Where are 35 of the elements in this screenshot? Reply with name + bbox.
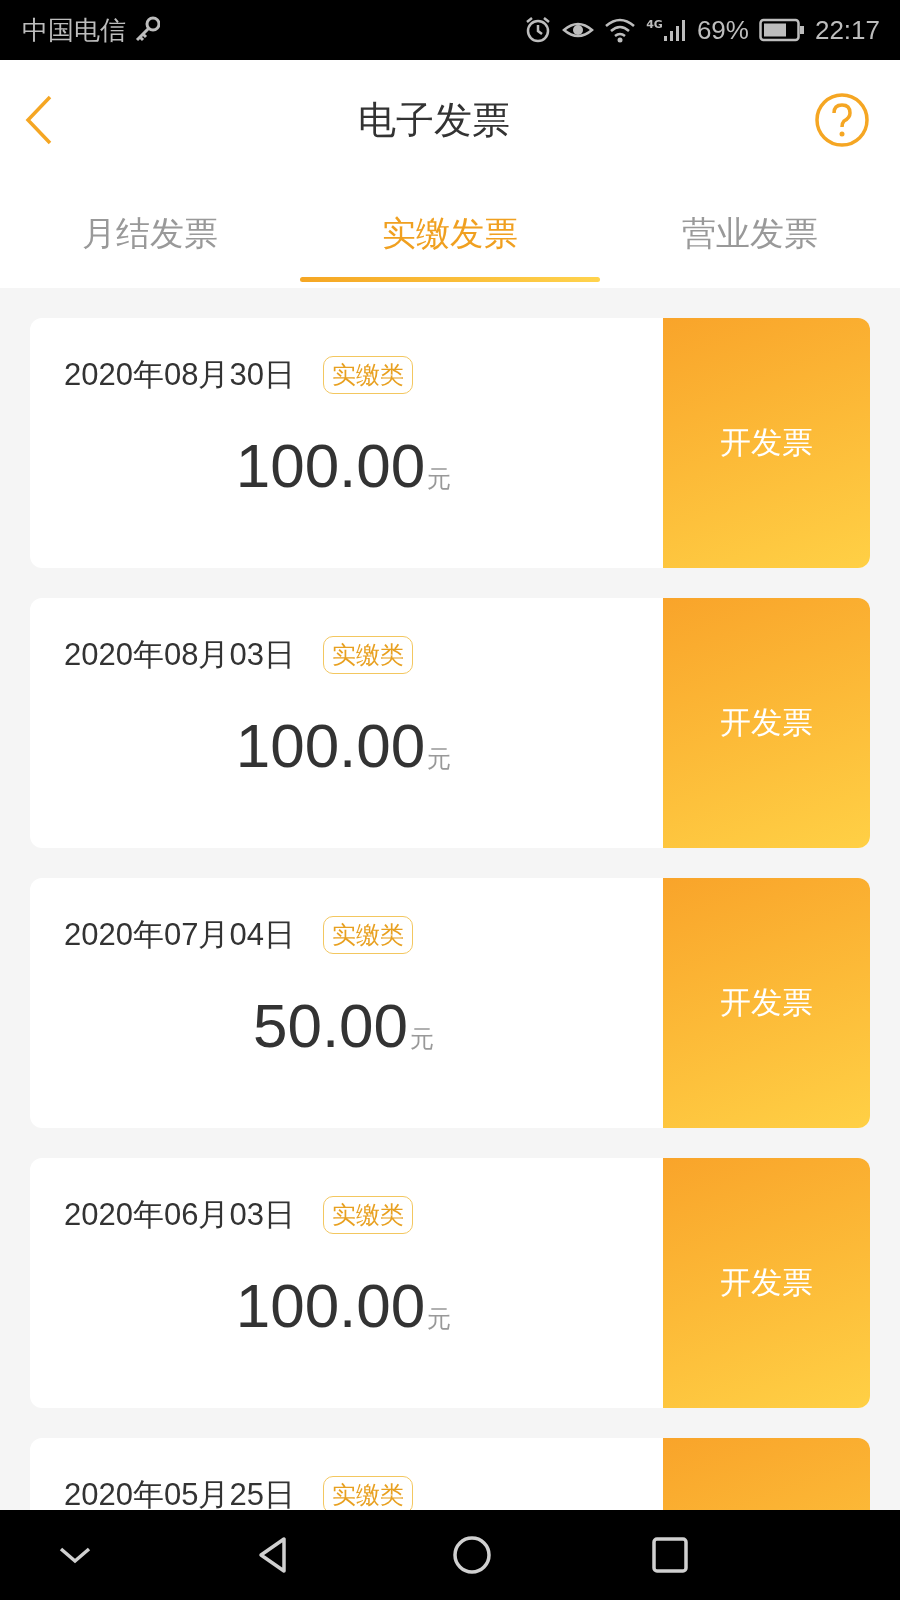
currency-unit: 元: [410, 1024, 435, 1055]
currency-unit: 元: [427, 744, 452, 775]
tab[interactable]: 营业发票: [678, 211, 822, 257]
issue-invoice-button[interactable]: 开发票: [663, 1158, 870, 1408]
invoice-amount: 50.00: [252, 990, 409, 1061]
category-tag: 实缴类: [322, 1196, 413, 1234]
category-tag: 实缴类: [322, 916, 413, 954]
recents-square-icon[interactable]: [650, 1535, 690, 1575]
category-tag: 实缴类: [322, 636, 413, 674]
page-title: 电子发票: [358, 96, 510, 144]
currency-unit: 元: [427, 1304, 452, 1335]
category-tag: 实缴类: [322, 356, 413, 394]
clock-time: 22:17: [814, 14, 880, 46]
battery-icon: [758, 18, 805, 42]
network-type: 4G: [646, 18, 663, 31]
invoice-amount: 100.00: [235, 710, 426, 781]
key-icon: [134, 16, 160, 44]
wifi-icon: [604, 17, 637, 43]
home-circle-icon[interactable]: [451, 1535, 492, 1575]
invoice-date: 2020年08月30日: [64, 356, 295, 394]
currency-unit: 元: [427, 464, 452, 495]
invoice-date: 2020年06月03日: [64, 1196, 295, 1234]
carrier-name: 中国电信: [22, 13, 126, 47]
battery-percent: 69%: [696, 14, 749, 46]
invoice-amount: 100.00: [235, 1270, 426, 1341]
invoice-date: 2020年08月03日: [64, 636, 295, 674]
issue-invoice-button[interactable]: 开发票: [663, 878, 870, 1128]
invoice-amount: 100.00: [235, 430, 426, 501]
issue-invoice-button[interactable]: 开发票: [663, 318, 870, 568]
issue-invoice-button[interactable]: 开发票: [663, 598, 870, 848]
invoice-date: 2020年05月25日: [64, 1476, 295, 1510]
invoice-date: 2020年07月04日: [64, 916, 295, 954]
signal-icon: [662, 18, 687, 42]
tab[interactable]: 月结发票: [78, 211, 222, 257]
tab[interactable]: 实缴发票: [378, 211, 522, 257]
